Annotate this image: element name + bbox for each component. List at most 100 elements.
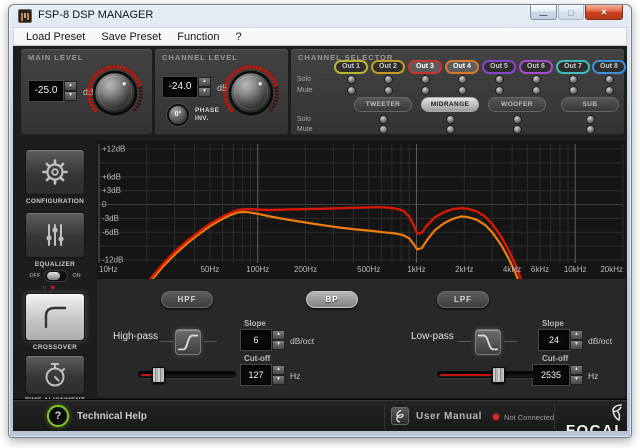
menu-help[interactable]: ? (227, 30, 249, 44)
close-button[interactable]: ✕ (585, 5, 623, 20)
filter-hpf-button[interactable]: HPF (161, 291, 213, 308)
technical-help-link[interactable]: Technical Help (77, 411, 147, 422)
channel-mute-button-1[interactable] (346, 86, 356, 95)
output-select-6[interactable]: Out 6 (519, 60, 553, 74)
filter-lpf-button[interactable]: LPF (437, 291, 489, 308)
sidebar-item-time-alignment[interactable] (25, 355, 85, 395)
sidebar-label-equalizer: EQUALIZER (34, 261, 76, 268)
channel-solo-button-8[interactable] (604, 75, 614, 84)
main-level-increment[interactable]: ▲ (64, 81, 77, 91)
lp-slope-decrement[interactable]: ▼ (570, 340, 583, 350)
group-solo-button-3[interactable] (512, 115, 522, 124)
hp-cutoff-increment[interactable]: ▲ (272, 365, 285, 375)
group-select-woofer[interactable]: WOOFER (488, 97, 546, 112)
x-tick-label: 6kHz (531, 265, 549, 274)
main-level-value[interactable]: -25.0 (29, 81, 63, 101)
mute-label: Mute (297, 87, 313, 94)
low-pass-curve-button[interactable] (475, 329, 501, 355)
hp-cutoff-decrement[interactable]: ▼ (272, 375, 285, 385)
hp-slope-value[interactable]: 6 (241, 330, 271, 350)
output-select-1[interactable]: Out 1 (334, 60, 368, 74)
channel-solo-button-7[interactable] (568, 75, 578, 84)
output-select-5[interactable]: Out 5 (482, 60, 516, 74)
channel-level-increment[interactable]: ▲ (198, 77, 211, 87)
group-mute-button-4[interactable] (585, 125, 595, 134)
menu-function[interactable]: Function (169, 30, 227, 44)
group-select-tweeter[interactable]: TWEETER (354, 97, 412, 112)
output-select-3[interactable]: Out 3 (408, 60, 442, 74)
technical-help-icon[interactable]: ? (47, 405, 69, 427)
channel-level-decrement[interactable]: ▼ (198, 87, 211, 97)
hp-slope-increment[interactable]: ▲ (272, 330, 285, 340)
channel-level-knob[interactable] (219, 60, 283, 126)
group-mute-button-2[interactable] (445, 125, 455, 134)
channel-mute-button-3[interactable] (420, 86, 430, 95)
group-solo-button-2[interactable] (445, 115, 455, 124)
group-solo-button-4[interactable] (585, 115, 595, 124)
group-select-sub[interactable]: SUB (561, 97, 619, 112)
low-pass-label: Low-pass (411, 331, 454, 342)
channel-mute-button-4[interactable] (457, 86, 467, 95)
group-select-midrange[interactable]: MIDRANGE (421, 97, 479, 112)
main-level-decrement[interactable]: ▼ (64, 91, 77, 101)
channel-level-value[interactable]: -24.0 (163, 77, 197, 97)
lp-slope-value[interactable]: 24 (539, 330, 569, 350)
channel-mute-button-7[interactable] (568, 86, 578, 95)
channel-mute-button-6[interactable] (531, 86, 541, 95)
channel-solo-button-6[interactable] (531, 75, 541, 84)
divider (384, 403, 385, 430)
output-select-7[interactable]: Out 7 (556, 60, 590, 74)
channel-level-spinner: -24.0 ▲ ▼ (163, 77, 211, 97)
sidebar-item-equalizer[interactable] (25, 212, 85, 258)
x-tick-label: 200Hz (294, 265, 317, 274)
user-manual-link[interactable]: User Manual (416, 411, 482, 422)
channel-mute-button-8[interactable] (604, 86, 614, 95)
phase-label-line1: PHASE (195, 107, 220, 114)
group-solo-button-1[interactable] (378, 115, 388, 124)
lp-slope-increment[interactable]: ▲ (570, 330, 583, 340)
hp-slider-handle[interactable] (152, 367, 165, 383)
phase-invert-button[interactable]: 0° (167, 104, 189, 126)
sidebar-item-configuration[interactable] (25, 149, 85, 195)
focal-logo: FOCAL THE SPIRIT OF SOUND (561, 404, 625, 431)
menu-load-preset[interactable]: Load Preset (18, 30, 93, 44)
channel-mute-button-5[interactable] (494, 86, 504, 95)
high-pass-curve-button[interactable] (175, 329, 201, 355)
output-select-8[interactable]: Out 8 (592, 60, 626, 74)
group-solo-label: Solo (297, 116, 312, 123)
filter-bp-button[interactable]: BP (306, 291, 358, 308)
hp-cutoff-slider[interactable] (138, 367, 236, 383)
channel-solo-button-4[interactable] (457, 75, 467, 84)
lp-cutoff-spinner: 2535 ▲ ▼ (533, 365, 583, 385)
equalizer-toggle[interactable] (44, 270, 69, 282)
lp-cutoff-decrement[interactable]: ▼ (570, 375, 583, 385)
channel-solo-button-5[interactable] (494, 75, 504, 84)
group-mute-button-3[interactable] (512, 125, 522, 134)
group-mute-button-1[interactable] (378, 125, 388, 134)
lp-cutoff-slider[interactable] (437, 367, 535, 383)
equalizer-toggle-knob[interactable] (47, 272, 61, 280)
pdf-icon[interactable] (391, 407, 409, 425)
channel-solo-button-2[interactable] (383, 75, 393, 84)
main-level-knob[interactable] (83, 60, 147, 126)
lp-cutoff-value[interactable]: 2535 (533, 365, 569, 385)
eq-toggle-indicators (43, 286, 54, 289)
lp-slider-handle[interactable] (492, 367, 505, 383)
focal-flame-icon (612, 404, 622, 421)
divider (204, 341, 217, 342)
gear-icon (42, 159, 68, 185)
lp-cutoff-increment[interactable]: ▲ (570, 365, 583, 375)
hp-slope-decrement[interactable]: ▼ (272, 340, 285, 350)
channel-solo-button-3[interactable] (420, 75, 430, 84)
menu-save-preset[interactable]: Save Preset (93, 30, 169, 44)
channel-mute-button-2[interactable] (383, 86, 393, 95)
output-select-4[interactable]: Out 4 (445, 60, 479, 74)
hp-cutoff-unit: Hz (290, 371, 301, 381)
sidebar-item-crossover[interactable] (25, 293, 85, 341)
output-select-2[interactable]: Out 2 (371, 60, 405, 74)
x-tick-label: 10Hz (99, 265, 118, 274)
minimize-button[interactable]: — (530, 5, 557, 20)
channel-solo-button-1[interactable] (346, 75, 356, 84)
maximize-button[interactable]: ▢ (558, 5, 584, 20)
hp-cutoff-value[interactable]: 127 (241, 365, 271, 385)
